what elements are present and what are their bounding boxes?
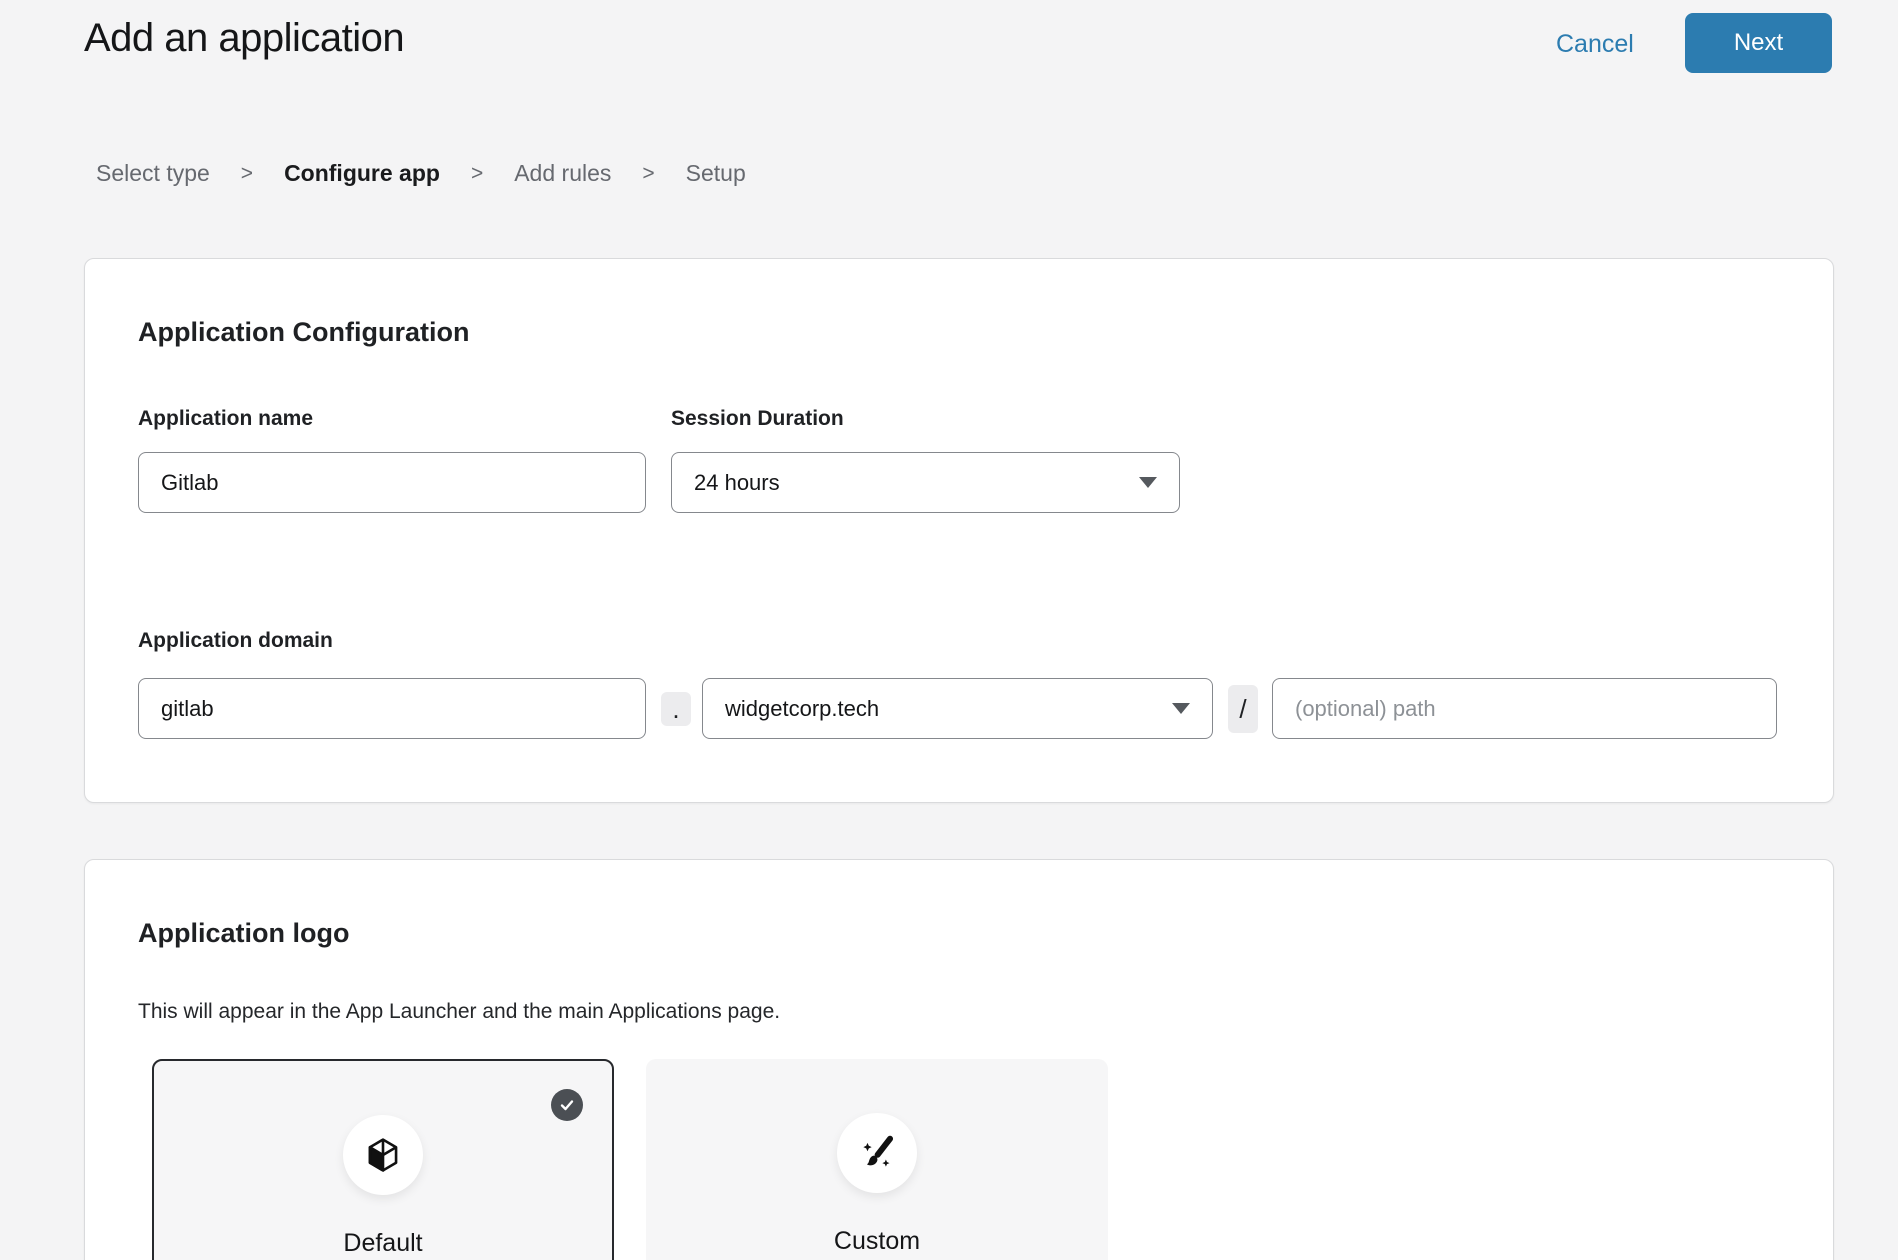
paintbrush-icon xyxy=(858,1134,896,1172)
session-duration-value: 24 hours xyxy=(694,470,780,496)
dot-separator-badge: . xyxy=(661,692,691,726)
logo-option-tiles: Default Custom xyxy=(152,1059,1108,1260)
application-configuration-card: Application Configuration Application na… xyxy=(84,258,1834,803)
page-title: Add an application xyxy=(84,16,404,61)
selected-check-badge xyxy=(551,1089,583,1121)
logo-option-label: Custom xyxy=(834,1227,920,1256)
breadcrumb-step-setup[interactable]: Setup xyxy=(686,160,746,187)
logo-option-default[interactable]: Default xyxy=(152,1059,614,1260)
breadcrumb-step-add-rules[interactable]: Add rules xyxy=(514,160,611,187)
logo-option-custom[interactable]: Custom xyxy=(646,1059,1108,1260)
default-logo-circle xyxy=(343,1115,423,1195)
cube-icon xyxy=(364,1136,402,1174)
breadcrumb-separator: > xyxy=(471,162,483,186)
subdomain-input[interactable] xyxy=(138,678,646,739)
cancel-button[interactable]: Cancel xyxy=(1556,30,1634,59)
dropdown-arrow-icon xyxy=(1139,477,1157,488)
breadcrumb-step-select-type[interactable]: Select type xyxy=(96,160,210,187)
next-button[interactable]: Next xyxy=(1685,13,1832,73)
breadcrumb: Select type > Configure app > Add rules … xyxy=(96,160,746,187)
breadcrumb-step-configure-app[interactable]: Configure app xyxy=(284,160,440,187)
application-logo-description: This will appear in the App Launcher and… xyxy=(138,1000,780,1024)
check-icon xyxy=(558,1096,576,1114)
session-duration-label: Session Duration xyxy=(671,407,844,431)
path-input[interactable] xyxy=(1272,678,1777,739)
domain-select[interactable]: widgetcorp.tech xyxy=(702,678,1213,739)
application-name-label: Application name xyxy=(138,407,313,431)
custom-logo-circle xyxy=(837,1113,917,1193)
application-logo-heading: Application logo xyxy=(138,918,349,949)
logo-option-label: Default xyxy=(343,1229,422,1258)
application-configuration-heading: Application Configuration xyxy=(138,317,469,348)
slash-separator-badge: / xyxy=(1228,685,1258,733)
session-duration-select[interactable]: 24 hours xyxy=(671,452,1180,513)
application-logo-card: Application logo This will appear in the… xyxy=(84,859,1834,1260)
application-domain-label: Application domain xyxy=(138,629,333,653)
domain-value: widgetcorp.tech xyxy=(725,696,879,722)
breadcrumb-separator: > xyxy=(241,162,253,186)
add-application-page: Add an application Cancel Next Select ty… xyxy=(0,0,1898,1260)
application-name-input[interactable] xyxy=(138,452,646,513)
dropdown-arrow-icon xyxy=(1172,703,1190,714)
breadcrumb-separator: > xyxy=(642,162,654,186)
